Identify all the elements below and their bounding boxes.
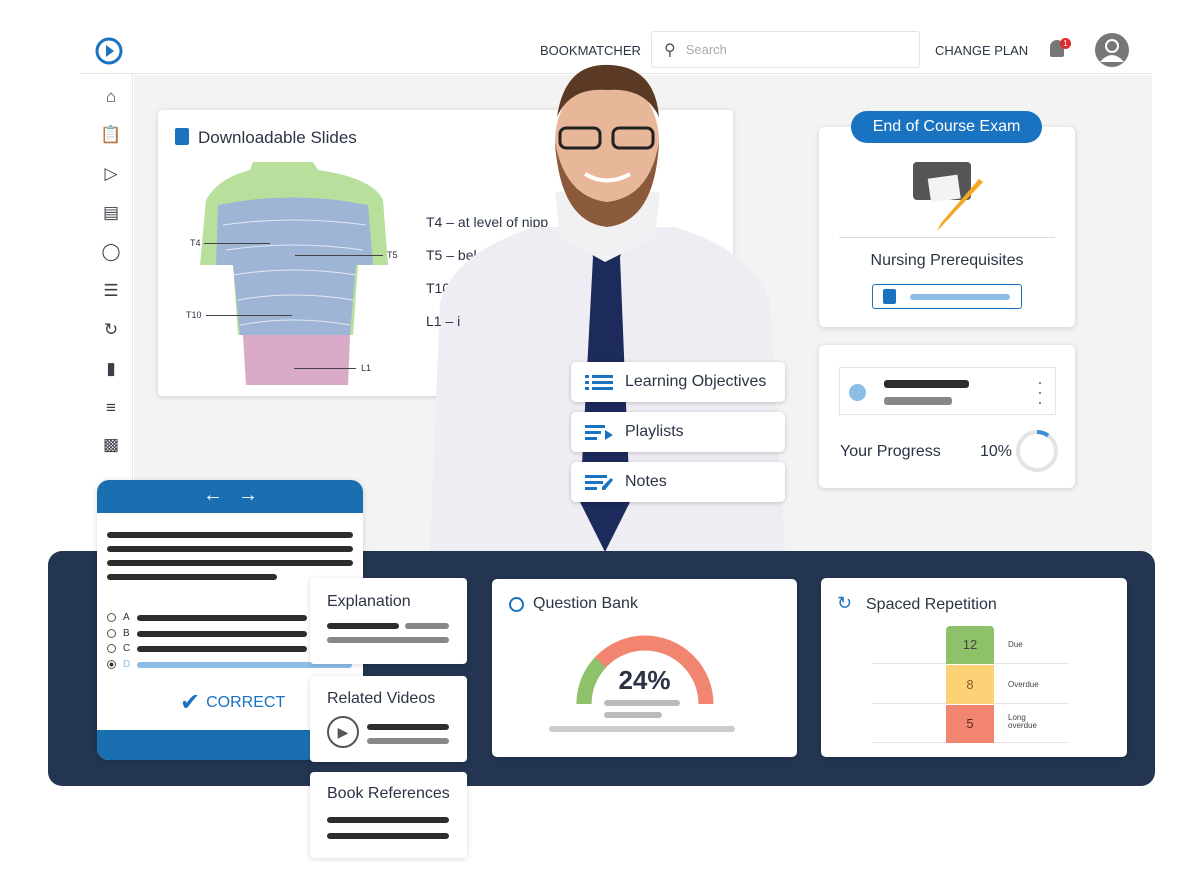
repetition-icon: ↻	[837, 593, 853, 613]
menu-label: Notes	[625, 473, 667, 490]
qbank-value: 24%	[618, 665, 671, 695]
menu-playlists[interactable]: Playlists	[571, 412, 785, 452]
file-download-icon	[175, 128, 189, 145]
playlist-icon	[585, 425, 613, 440]
avatar[interactable]	[1095, 33, 1129, 67]
check-icon: ✔	[180, 689, 201, 716]
placeholder-bar	[367, 724, 449, 730]
sr-label-overdue: Overdue	[1008, 680, 1039, 689]
sr-count-long-overdue: 5	[946, 705, 994, 743]
qbank-icon	[509, 597, 524, 612]
search-icon: ⚲	[664, 41, 676, 59]
progress-card: · · · Your Progress 10%	[819, 345, 1075, 488]
exam-paper-pencil-icon	[913, 162, 983, 231]
status-dot	[849, 384, 866, 401]
menu-label: Playlists	[625, 423, 684, 440]
sr-count-overdue: 8	[946, 665, 994, 704]
placeholder-bar	[604, 700, 680, 706]
menu-label: Learning Objectives	[625, 373, 767, 390]
leader-line	[295, 255, 383, 256]
correct-result: ✔ CORRECT	[180, 689, 286, 716]
leader-line	[206, 315, 292, 316]
sr-label-due: Due	[1008, 640, 1023, 649]
logo-icon[interactable]	[94, 36, 124, 66]
qbank-title: Question Bank	[533, 595, 638, 612]
label-l1: L1	[361, 363, 372, 373]
notes-icon[interactable]: ≡	[100, 397, 122, 419]
placeholder-bar	[604, 712, 662, 718]
change-plan-link[interactable]: CHANGE PLAN	[935, 43, 1028, 58]
course-name: Nursing Prerequisites	[870, 252, 1024, 269]
menu-learning-objectives[interactable]: Learning Objectives	[571, 362, 785, 402]
label-t4: T4	[190, 238, 201, 248]
stats-icon[interactable]: ▩	[100, 434, 122, 456]
slides-title: Downloadable Slides	[198, 128, 357, 147]
video-icon[interactable]: ▷	[100, 163, 122, 185]
question-bank-card[interactable]: Question Bank 24%	[492, 579, 797, 757]
placeholder-bar	[910, 294, 1010, 300]
menu-notes[interactable]: Notes	[571, 462, 785, 502]
exam-progress-field[interactable]	[872, 284, 1022, 309]
answer-option-c[interactable]: C	[107, 643, 308, 654]
placeholder-bar	[405, 623, 449, 629]
related-videos-panel[interactable]: Related Videos ▶	[310, 676, 467, 762]
arrow-right-icon[interactable]: →	[238, 484, 258, 507]
leader-line	[204, 243, 270, 244]
placeholder-bar	[549, 726, 735, 732]
notification-badge: 1	[1060, 38, 1071, 49]
bullet: L1 – i	[426, 313, 461, 329]
placeholder-bar	[327, 817, 449, 823]
book-references-panel[interactable]: Book References	[310, 772, 467, 858]
progress-item[interactable]: · · ·	[839, 367, 1056, 415]
notes-icon	[585, 475, 613, 490]
placeholder-bar	[327, 833, 449, 839]
question-line	[107, 574, 277, 580]
end-of-course-exam-pill[interactable]: End of Course Exam	[851, 111, 1042, 143]
kebab-menu-icon[interactable]: · · ·	[1037, 373, 1043, 411]
clipboard-icon	[883, 289, 896, 304]
label-t5: T5	[387, 250, 398, 260]
quiz-header: ← →	[97, 480, 363, 513]
placeholder-bar	[327, 637, 449, 643]
label-t10: T10	[186, 310, 202, 320]
progress-ring	[1016, 430, 1058, 472]
placeholder-bar	[327, 623, 399, 629]
play-icon[interactable]: ▶	[327, 716, 359, 748]
torso-diagram	[200, 162, 388, 385]
question-line	[107, 532, 353, 538]
placeholder-bar	[884, 397, 952, 405]
question-line	[107, 560, 353, 566]
answer-option-b[interactable]: B	[107, 628, 307, 639]
progress-label: Your Progress	[840, 443, 941, 460]
search-input[interactable]: Search	[686, 42, 727, 57]
sr-count-due: 12	[946, 626, 994, 664]
panel-title: Explanation	[327, 593, 411, 610]
exam-card[interactable]: Nursing Prerequisites	[819, 127, 1075, 327]
divider	[839, 237, 1055, 238]
library-icon[interactable]: ▤	[100, 202, 122, 224]
list-icon[interactable]: ☰	[100, 280, 122, 302]
panel-title: Book References	[327, 785, 450, 802]
answer-option-a[interactable]: A	[107, 612, 307, 623]
bookmark-icon[interactable]: ▮	[100, 358, 122, 380]
clipboard-icon[interactable]: 📋	[100, 124, 122, 146]
sr-label-long-overdue: Long overdue	[1008, 713, 1037, 730]
arrow-left-icon[interactable]: ←	[203, 484, 223, 507]
qbank-icon[interactable]: ◯	[100, 241, 122, 263]
home-icon[interactable]: ⌂	[100, 86, 122, 108]
bookmatcher-link[interactable]: BOOKMATCHER	[540, 43, 641, 58]
list-icon	[585, 375, 613, 390]
panel-title: Related Videos	[327, 690, 436, 707]
explanation-panel[interactable]: Explanation	[310, 578, 467, 664]
placeholder-bar	[367, 738, 449, 744]
leader-line	[294, 368, 356, 369]
question-line	[107, 546, 353, 552]
spaced-title: Spaced Repetition	[866, 596, 997, 613]
placeholder-bar	[884, 380, 969, 388]
progress-value: 10%	[980, 443, 1013, 460]
repetition-icon[interactable]: ↻	[100, 319, 122, 341]
